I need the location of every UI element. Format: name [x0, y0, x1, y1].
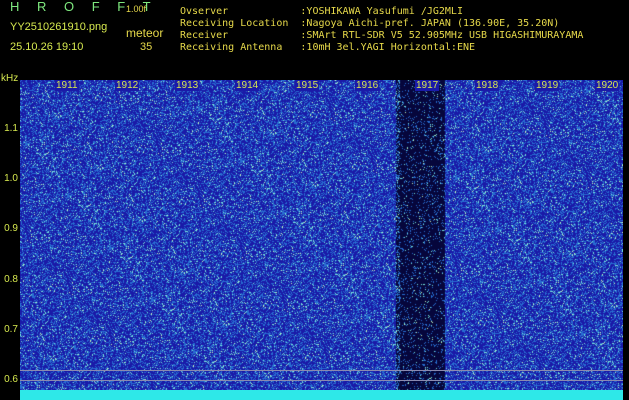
- meteor-label: meteor: [126, 26, 164, 40]
- time-tick-label: 1919: [535, 80, 560, 91]
- time-tick-label: 1915: [295, 80, 320, 91]
- frequency-unit-label: kHz: [1, 73, 19, 84]
- y-tick-label: 0.6: [4, 374, 18, 385]
- time-tick-label: 1911: [55, 80, 79, 91]
- y-tick-label: 0.8: [4, 274, 18, 285]
- time-tick-label: 1916: [355, 80, 380, 91]
- time-tick-label: 1917: [415, 80, 440, 91]
- antenna-info: Receiving Antenna :10mH 3el.YAGI Horizon…: [180, 42, 476, 53]
- y-tick-label: 0.9: [4, 223, 18, 234]
- time-tick-label: 1918: [475, 80, 500, 91]
- waterfall-canvas: [20, 80, 623, 400]
- reference-line: [20, 380, 623, 381]
- receiver-info: Receiver :SMArt RTL-SDR V5 52.905MHz USB…: [180, 30, 584, 41]
- y-tick-label: 1.0: [4, 173, 18, 184]
- meteor-count: 35: [140, 41, 153, 53]
- y-tick-label: 1.1: [4, 123, 18, 134]
- waterfall-spectrogram: 1911 1912 1913 1914 1915 1916 1917 1918 …: [20, 80, 623, 400]
- date-time: 25.10.26 19:10: [10, 41, 84, 53]
- signal-baseline: [20, 390, 623, 400]
- observer-info: Ovserver :YOSHIKAWA Yasufumi /JG2MLI: [180, 6, 463, 17]
- time-tick-label: 1920: [595, 80, 620, 91]
- version-label: 1.00f: [126, 4, 147, 14]
- reference-line: [20, 370, 623, 371]
- location-info: Receiving Location :Nagoya Aichi-pref. J…: [180, 18, 560, 29]
- time-tick-label: 1913: [175, 80, 200, 91]
- time-tick-label: 1912: [115, 80, 140, 91]
- y-tick-label: 0.7: [4, 324, 18, 335]
- time-tick-label: 1914: [235, 80, 260, 91]
- file-name: YY2510261910.png: [10, 21, 108, 33]
